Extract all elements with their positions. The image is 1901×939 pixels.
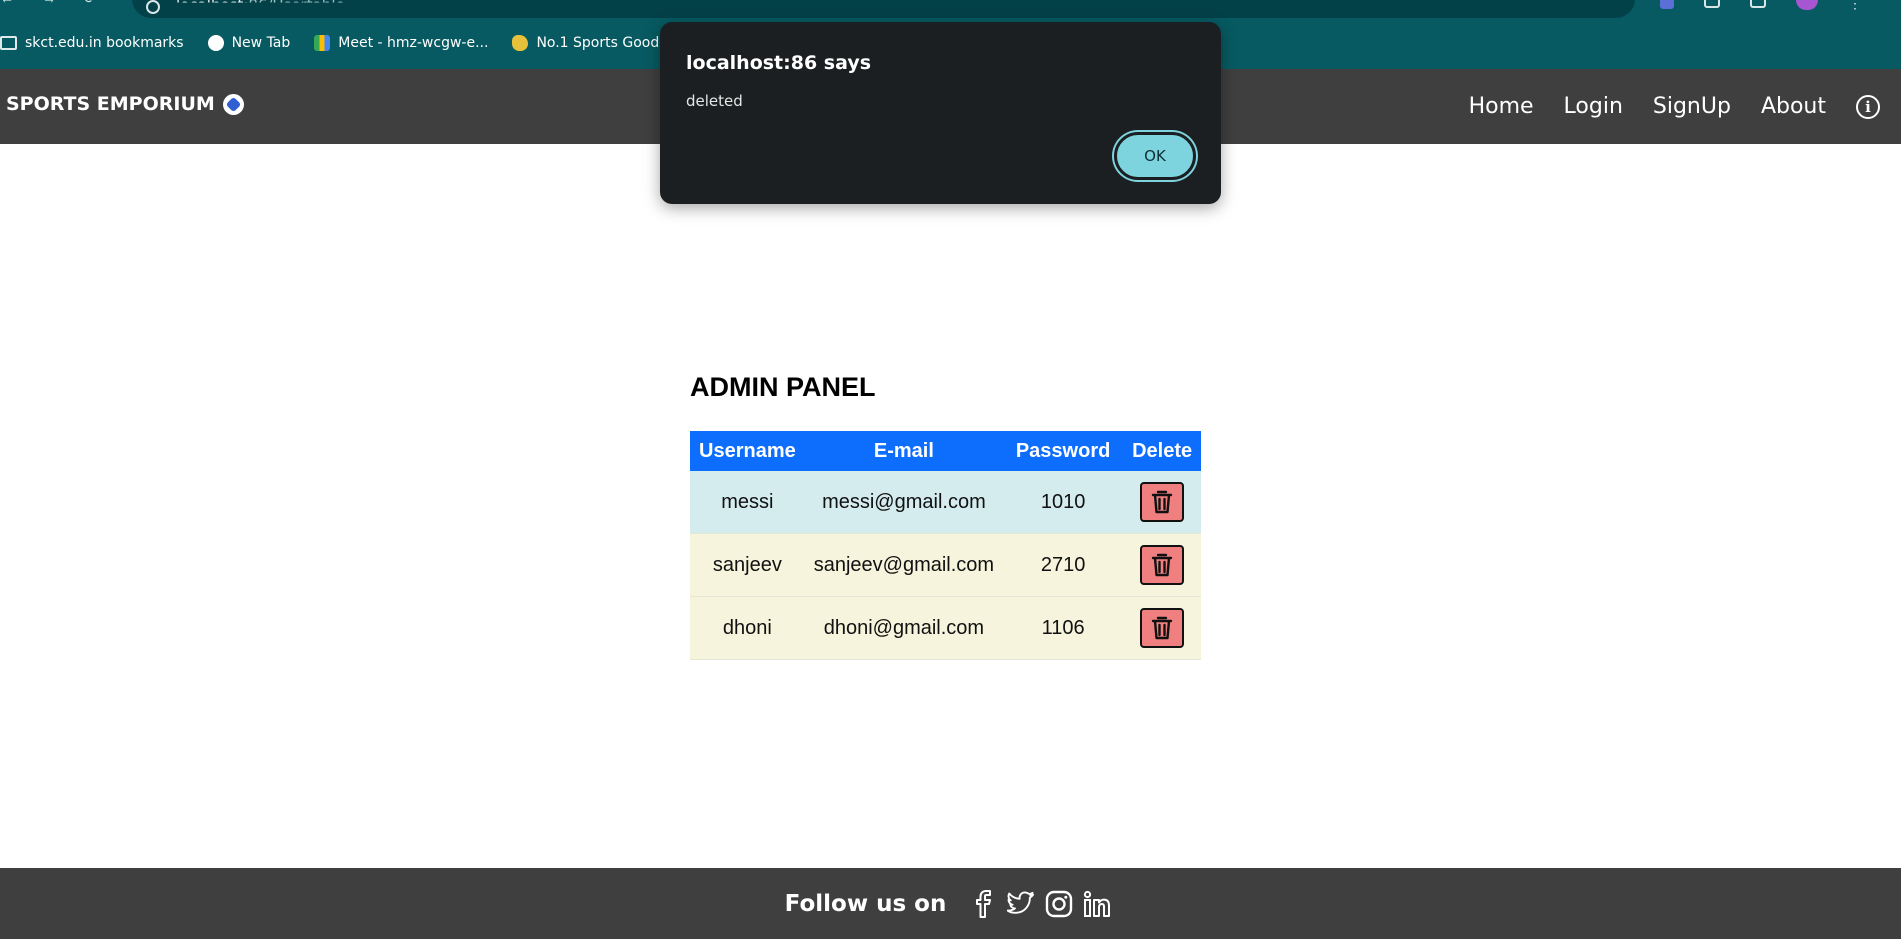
column-header-password: Password <box>1003 431 1124 471</box>
alert-dialog: localhost:86 says deleted OK <box>660 22 1221 204</box>
bookmark-new-tab[interactable]: New Tab <box>207 35 291 51</box>
site-info-icon[interactable] <box>146 0 160 14</box>
table-row: messi messi@gmail.com 1010 <box>690 471 1202 534</box>
forward-icon[interactable]: → <box>42 0 56 14</box>
ok-button[interactable]: OK <box>1114 132 1196 180</box>
users-table: Username E-mail Password Delete messi me… <box>690 431 1202 660</box>
bookmark-meet[interactable]: Meet - hmz-wcgw-e... <box>314 35 488 51</box>
trash-icon <box>1151 553 1173 577</box>
twitter-icon[interactable] <box>1007 890 1035 918</box>
globe-icon <box>207 35 224 51</box>
url-path: :86/Usertable <box>243 0 345 14</box>
username-cell: dhoni <box>690 596 805 660</box>
extension-icon[interactable] <box>1660 0 1674 9</box>
sports-icon <box>512 35 529 51</box>
delete-cell <box>1123 596 1202 660</box>
address-bar-url[interactable]: localhost:86/Usertable <box>176 0 345 14</box>
table-header-row: Username E-mail Password Delete <box>690 431 1202 471</box>
email-cell: dhoni@gmail.com <box>804 596 1004 660</box>
brand-name: SPORTS EMPORIUM <box>6 93 215 115</box>
follow-us-text: Follow us on <box>784 890 947 917</box>
bookmark-label: skct.edu.in bookmarks <box>25 35 184 51</box>
dialog-message: deleted <box>686 92 743 110</box>
url-host: localhost <box>176 0 244 14</box>
bookmark-label: Meet - hmz-wcgw-e... <box>338 35 489 51</box>
browser-nav-buttons: ← → ⟳ <box>0 0 96 14</box>
back-icon[interactable]: ← <box>0 0 14 14</box>
column-header-username: Username <box>690 431 805 471</box>
column-header-delete: Delete <box>1123 431 1202 471</box>
brand[interactable]: SPORTS EMPORIUM <box>6 93 244 115</box>
username-cell: messi <box>690 471 805 534</box>
trash-icon <box>1151 616 1173 640</box>
username-cell: sanjeev <box>690 533 805 597</box>
meet-icon <box>314 35 331 51</box>
bookmarks-bar: skct.edu.in bookmarks New Tab Meet - hmz… <box>0 32 691 54</box>
nav-login[interactable]: Login <box>1564 94 1623 119</box>
email-cell: sanjeev@gmail.com <box>804 533 1004 597</box>
profile-avatar[interactable] <box>1796 0 1818 10</box>
bookmark-label: New Tab <box>231 35 291 51</box>
nav-signup[interactable]: SignUp <box>1653 94 1731 119</box>
side-panel-icon[interactable] <box>1750 0 1766 8</box>
nav-links: Home Login SignUp About i <box>1469 69 1901 144</box>
nav-about[interactable]: About <box>1761 94 1826 119</box>
tab-search-icon[interactable] <box>1704 0 1720 8</box>
address-bar[interactable]: localhost:86/Usertable ⚿ ▭ ☆ <box>132 0 1635 18</box>
page-title: ADMIN PANEL <box>690 372 876 402</box>
table-row: sanjeev sanjeev@gmail.com 2710 <box>690 533 1202 597</box>
footer: Follow us on <box>0 868 1901 939</box>
password-cell: 1106 <box>1003 596 1124 660</box>
menu-icon[interactable]: ⋮ <box>1848 0 1862 10</box>
browser-right-controls: ⋮ <box>1660 0 1862 10</box>
delete-cell <box>1123 471 1202 534</box>
folder-icon <box>0 36 17 50</box>
football-icon <box>222 93 244 115</box>
delete-button[interactable] <box>1140 482 1185 522</box>
facebook-icon[interactable] <box>969 889 997 918</box>
bookmark-skct[interactable]: skct.edu.in bookmarks <box>0 35 184 51</box>
bookmark-sports-goods[interactable]: No.1 Sports Goods <box>512 35 667 51</box>
column-header-email: E-mail <box>804 431 1004 471</box>
delete-button[interactable] <box>1140 545 1185 585</box>
email-cell: messi@gmail.com <box>804 471 1004 534</box>
password-cell: 2710 <box>1003 533 1124 597</box>
dialog-title: localhost:86 says <box>686 52 872 74</box>
delete-button[interactable] <box>1140 608 1185 648</box>
trash-icon <box>1151 490 1173 514</box>
password-cell: 1010 <box>1003 471 1124 534</box>
info-icon[interactable]: i <box>1856 94 1880 119</box>
reload-icon[interactable]: ⟳ <box>84 0 96 14</box>
nav-home[interactable]: Home <box>1469 94 1534 119</box>
instagram-icon[interactable] <box>1045 890 1073 918</box>
delete-cell <box>1123 533 1202 597</box>
table-row: dhoni dhoni@gmail.com 1106 <box>690 596 1202 660</box>
linkedin-icon[interactable] <box>1083 890 1111 918</box>
bookmark-label: No.1 Sports Goods <box>536 35 667 51</box>
